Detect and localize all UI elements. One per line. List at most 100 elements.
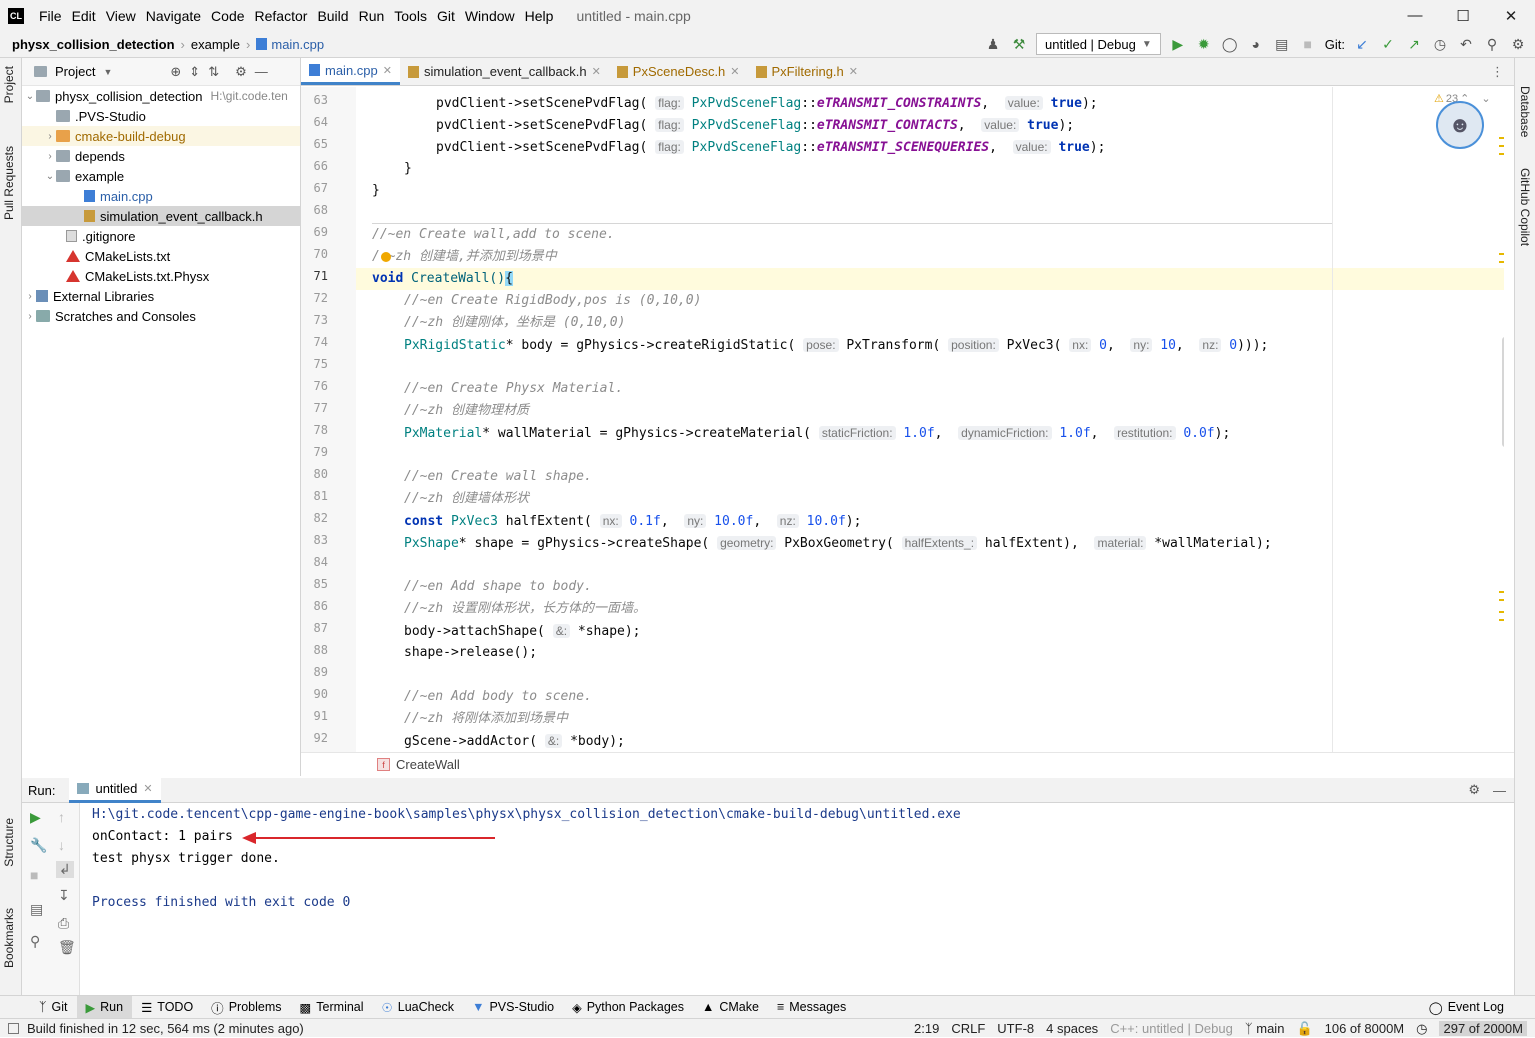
chevron-down-icon[interactable]: ⌄: [1481, 92, 1490, 105]
collapse-all-icon[interactable]: ⇅: [208, 64, 219, 80]
rollback-icon[interactable]: ↶: [1457, 36, 1475, 53]
close-icon[interactable]: ✕: [143, 782, 152, 795]
run-console[interactable]: H:\git.code.tencent\cpp-game-engine-book…: [80, 803, 1514, 995]
tool-tab-pvs-studio[interactable]: ▼ PVS-Studio: [463, 996, 563, 1019]
git-update-icon[interactable]: ↙: [1353, 36, 1371, 53]
copilot-tool-tab[interactable]: GitHub Copilot: [1518, 168, 1532, 246]
project-tool-tab[interactable]: Project: [2, 66, 16, 103]
stop-icon[interactable]: ■: [1299, 36, 1317, 52]
tool-tab-git[interactable]: ᛉ Git: [30, 996, 77, 1019]
git-push-icon[interactable]: ↗: [1405, 36, 1423, 53]
line-separator[interactable]: CRLF: [951, 1021, 985, 1036]
chevron-down-icon[interactable]: ⌄: [24, 91, 36, 102]
menu-code[interactable]: Code: [206, 8, 249, 24]
debug-icon[interactable]: ✹: [1195, 36, 1213, 53]
bulb-icon[interactable]: [381, 252, 391, 262]
tree-item-scratches[interactable]: › Scratches and Consoles: [22, 306, 300, 326]
clock-icon[interactable]: ◷: [1416, 1021, 1427, 1037]
menu-run[interactable]: Run: [354, 8, 390, 24]
indent-setting[interactable]: 4 spaces: [1046, 1021, 1098, 1036]
vertical-scrollbar[interactable]: [1502, 337, 1504, 447]
lock-icon[interactable]: 🔓: [1296, 1021, 1312, 1037]
tree-item-cmakelists[interactable]: CMakeLists.txt: [22, 246, 300, 266]
locate-icon[interactable]: ⊕: [170, 64, 181, 80]
menu-edit[interactable]: Edit: [67, 8, 101, 24]
tree-item-main-cpp[interactable]: main.cpp: [22, 186, 300, 206]
trash-icon[interactable]: 🗑: [58, 939, 76, 956]
structure-tool-tab[interactable]: Structure: [2, 818, 16, 867]
tree-item-pvs[interactable]: .PVS-Studio: [22, 106, 300, 126]
run-tab-untitled[interactable]: untitled ✕: [69, 777, 161, 803]
resolve-context[interactable]: C++: untitled | Debug: [1110, 1021, 1233, 1036]
tab-pxscenedesc[interactable]: PxSceneDesc.h ✕: [609, 58, 748, 85]
status-message[interactable]: Build finished in 12 sec, 564 ms (2 minu…: [27, 1021, 304, 1036]
tool-tab-todo[interactable]: ☰ TODO: [132, 996, 202, 1019]
search-icon[interactable]: ⚲: [1483, 36, 1501, 53]
tree-item-root[interactable]: ⌄ physx_collision_detection H:\git.code.…: [22, 86, 300, 106]
caret-position[interactable]: 2:19: [914, 1021, 939, 1036]
build-hammer-icon[interactable]: ⚒: [1010, 36, 1028, 53]
down-arrow-icon[interactable]: ↓: [58, 837, 65, 853]
git-branch[interactable]: ᛉ main: [1245, 1021, 1285, 1036]
menu-refactor[interactable]: Refactor: [250, 8, 313, 24]
close-icon[interactable]: ✕: [849, 65, 858, 78]
history-icon[interactable]: ◷: [1431, 36, 1449, 53]
tool-tab-luacheck[interactable]: ☉ LuaCheck: [373, 996, 464, 1019]
menu-window[interactable]: Window: [460, 8, 520, 24]
wrench-icon[interactable]: 🔧: [30, 837, 47, 854]
layout-icon[interactable]: ▤: [30, 901, 43, 918]
expand-all-icon[interactable]: ⇕: [189, 64, 200, 80]
close-icon[interactable]: ✕: [730, 65, 739, 78]
breadcrumb-project[interactable]: physx_collision_detection: [12, 37, 175, 52]
tree-item-depends[interactable]: › depends: [22, 146, 300, 166]
more-options-icon[interactable]: ⋮: [1491, 64, 1504, 80]
tree-item-cmake-build-debug[interactable]: › cmake-build-debug: [22, 126, 300, 146]
rerun-icon[interactable]: ▶: [30, 809, 41, 826]
settings-gear-icon[interactable]: ⚙: [1509, 36, 1527, 53]
scroll-to-end-icon[interactable]: ↧: [58, 887, 70, 904]
chevron-right-icon[interactable]: ›: [24, 311, 36, 322]
tab-main-cpp[interactable]: main.cpp ✕: [301, 58, 400, 85]
chevron-down-icon[interactable]: ⌄: [44, 171, 56, 182]
gear-icon[interactable]: ⚙: [1468, 782, 1480, 798]
database-tool-tab[interactable]: Database: [1518, 86, 1532, 137]
breadcrumb-folder[interactable]: example: [191, 37, 240, 52]
pin-icon[interactable]: ⚲: [30, 933, 40, 950]
status-toggle-icon[interactable]: [8, 1022, 19, 1034]
code-editor[interactable]: pvdClient->setScenePvdFlag( flag: PxPvdS…: [356, 87, 1504, 752]
file-encoding[interactable]: UTF-8: [997, 1021, 1034, 1036]
run-configuration-select[interactable]: untitled | Debug ▼: [1036, 33, 1161, 55]
tree-item-gitignore[interactable]: .gitignore: [22, 226, 300, 246]
menu-file[interactable]: File: [34, 8, 67, 24]
gear-icon[interactable]: ⚙: [235, 64, 247, 80]
menu-git[interactable]: Git: [432, 8, 460, 24]
menu-view[interactable]: View: [101, 8, 141, 24]
tree-item-cmakelists-physx[interactable]: CMakeLists.txt.Physx: [22, 266, 300, 286]
menu-help[interactable]: Help: [520, 8, 559, 24]
tab-simulation-event-callback[interactable]: simulation_event_callback.h ✕: [400, 58, 609, 85]
tool-tab-event-log[interactable]: ◯ Event Log: [1420, 996, 1513, 1019]
pull-requests-tool-tab[interactable]: Pull Requests: [2, 146, 16, 220]
git-commit-icon[interactable]: ✓: [1379, 36, 1397, 53]
chevron-right-icon[interactable]: ›: [44, 131, 56, 142]
close-icon[interactable]: ✕: [1487, 0, 1535, 31]
chevron-right-icon[interactable]: ›: [44, 151, 56, 162]
breadcrumb-file[interactable]: main.cpp: [271, 37, 324, 52]
tool-tab-python-packages[interactable]: ◈ Python Packages: [563, 996, 693, 1019]
chevron-down-icon[interactable]: ▼: [103, 67, 112, 77]
close-icon[interactable]: ✕: [592, 65, 601, 78]
memory-widget-1[interactable]: 106 of 8000M: [1325, 1021, 1405, 1036]
tree-item-simulation-event-callback[interactable]: simulation_event_callback.h: [22, 206, 300, 226]
bookmarks-tool-tab[interactable]: Bookmarks: [2, 908, 16, 968]
soft-wrap-icon[interactable]: ↲: [56, 861, 74, 878]
coverage-icon[interactable]: ◕: [1247, 36, 1265, 52]
print-icon[interactable]: ⎙: [58, 915, 69, 932]
hide-icon[interactable]: —: [1493, 783, 1506, 798]
close-icon[interactable]: ✕: [383, 64, 392, 77]
hide-icon[interactable]: —: [255, 64, 268, 79]
project-panel-title[interactable]: Project: [55, 64, 95, 79]
tool-tab-messages[interactable]: ≡ Messages: [768, 996, 855, 1019]
stop-icon[interactable]: ■: [30, 867, 38, 883]
tool-tab-problems[interactable]: ⓘ Problems: [202, 996, 290, 1019]
menu-tools[interactable]: Tools: [389, 8, 432, 24]
